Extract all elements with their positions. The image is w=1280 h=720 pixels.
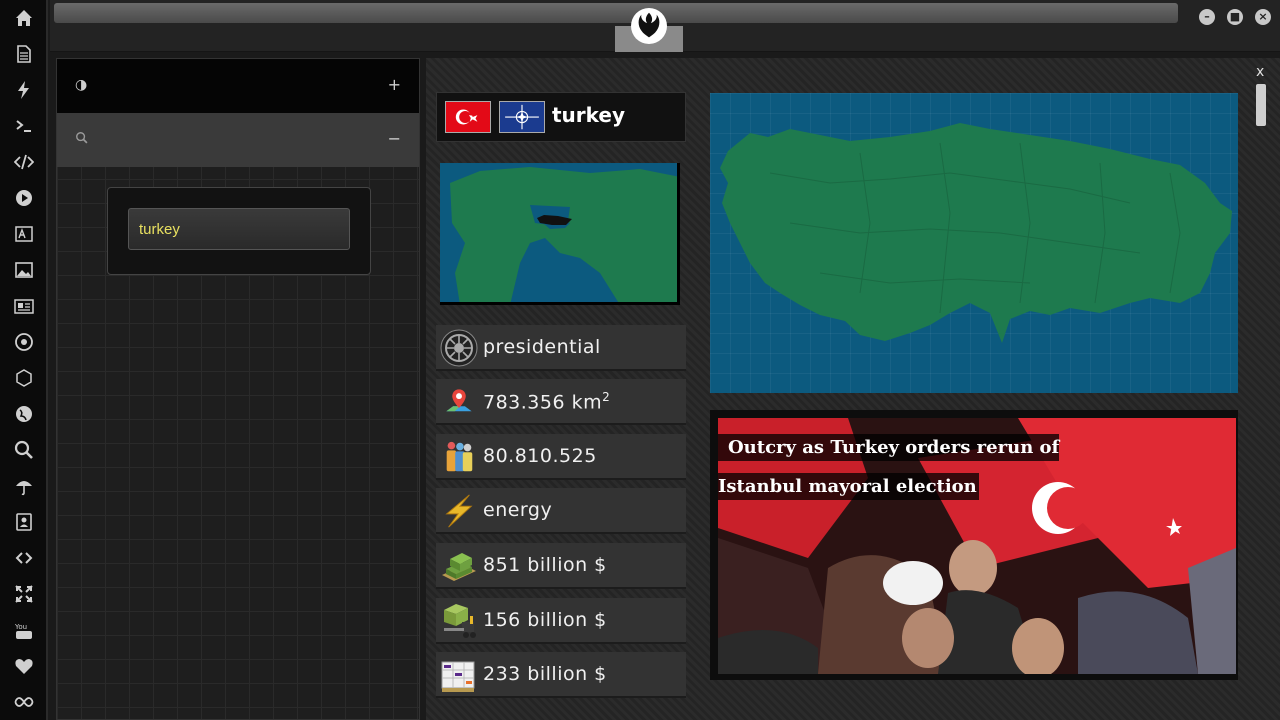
- empire-icon: [440, 329, 478, 367]
- terminal-icon[interactable]: [13, 115, 35, 137]
- news-card[interactable]: Outcry as Turkey orders rerun of Istanbu…: [710, 410, 1238, 680]
- search-icon: [75, 131, 89, 149]
- mini-world-map: [440, 163, 680, 305]
- address-bar[interactable]: [54, 3, 1178, 23]
- contacts-icon[interactable]: [13, 511, 35, 533]
- scrollbar[interactable]: [1256, 84, 1266, 126]
- network-icon[interactable]: [13, 367, 35, 389]
- youtube-icon[interactable]: You: [13, 619, 35, 641]
- icon-rail: You: [0, 0, 48, 720]
- population-value: 80.810.525: [483, 445, 597, 467]
- country-map: [710, 93, 1238, 393]
- news-headline-text[interactable]: Outcry as Turkey orders rerun of Istanbu…: [718, 434, 1060, 500]
- newspaper-icon[interactable]: [13, 295, 35, 317]
- map-pin-icon: [440, 383, 478, 421]
- search-box: [107, 187, 371, 275]
- nato-flag-icon: [499, 101, 545, 133]
- stat-sector: energy: [436, 488, 686, 534]
- country-header: turkey: [436, 92, 686, 142]
- sidebar-row-search[interactable]: −: [57, 113, 419, 167]
- gdp-value: 851 billion $: [483, 554, 607, 576]
- population-icon: [440, 438, 478, 476]
- file-icon[interactable]: [13, 43, 35, 65]
- export-value: 233 billion $: [483, 663, 607, 685]
- top-bar: – ■ ×: [50, 0, 1280, 52]
- area-value: 783.356 km2: [483, 390, 610, 413]
- stat-export: 233 billion $: [436, 652, 686, 698]
- country-name: turkey: [552, 103, 626, 127]
- stat-area: 783.356 km2: [436, 379, 686, 425]
- forklift-money-icon: [440, 602, 478, 640]
- infinity-icon[interactable]: [13, 691, 35, 713]
- contrast-icon[interactable]: ◑: [75, 77, 87, 93]
- expand-toggle[interactable]: +: [388, 75, 401, 94]
- main-content: x turkey presidential 783.356 km2 80.810…: [426, 58, 1280, 720]
- maximize-button[interactable]: ■: [1227, 9, 1243, 25]
- close-window-button[interactable]: ×: [1255, 9, 1271, 25]
- search-icon[interactable]: [13, 439, 35, 461]
- umbrella-icon[interactable]: [13, 475, 35, 497]
- stat-import: 156 billion $: [436, 598, 686, 644]
- government-type: presidential: [483, 336, 601, 358]
- home-icon[interactable]: [13, 7, 35, 29]
- money-stack-icon: [440, 547, 478, 585]
- code-icon[interactable]: [13, 151, 35, 173]
- news-headline[interactable]: Outcry as Turkey orders rerun of Istanbu…: [718, 428, 1148, 506]
- rebel-logo-icon[interactable]: [631, 8, 667, 44]
- turkey-flag-icon: [445, 101, 491, 133]
- svg-text:You: You: [14, 623, 27, 631]
- minimize-button[interactable]: –: [1199, 9, 1215, 25]
- empire-icon[interactable]: [13, 331, 35, 353]
- globe-icon[interactable]: [13, 403, 35, 425]
- sidebar-row-theme[interactable]: ◑ +: [57, 59, 419, 113]
- collapse-toggle[interactable]: −: [388, 129, 401, 148]
- fedex-boxes-icon: [440, 656, 478, 694]
- lightning-icon: [440, 492, 478, 530]
- image-icon[interactable]: [13, 259, 35, 281]
- heart-icon[interactable]: [13, 655, 35, 677]
- link-icon[interactable]: [13, 547, 35, 569]
- bolt-icon[interactable]: [13, 79, 35, 101]
- stat-government: presidential: [436, 325, 686, 371]
- sidebar-panel: ◑ + −: [56, 58, 420, 720]
- expand-icon[interactable]: [13, 583, 35, 605]
- stat-population: 80.810.525: [436, 434, 686, 480]
- area-unit-exponent: 2: [602, 390, 611, 404]
- translate-icon[interactable]: [13, 223, 35, 245]
- area-number: 783.356 km: [483, 391, 603, 414]
- import-value: 156 billion $: [483, 609, 607, 631]
- play-icon[interactable]: [13, 187, 35, 209]
- close-panel-button[interactable]: x: [1256, 64, 1264, 80]
- stat-gdp: 851 billion $: [436, 543, 686, 589]
- search-input[interactable]: [128, 208, 350, 250]
- sector-value: energy: [483, 499, 553, 521]
